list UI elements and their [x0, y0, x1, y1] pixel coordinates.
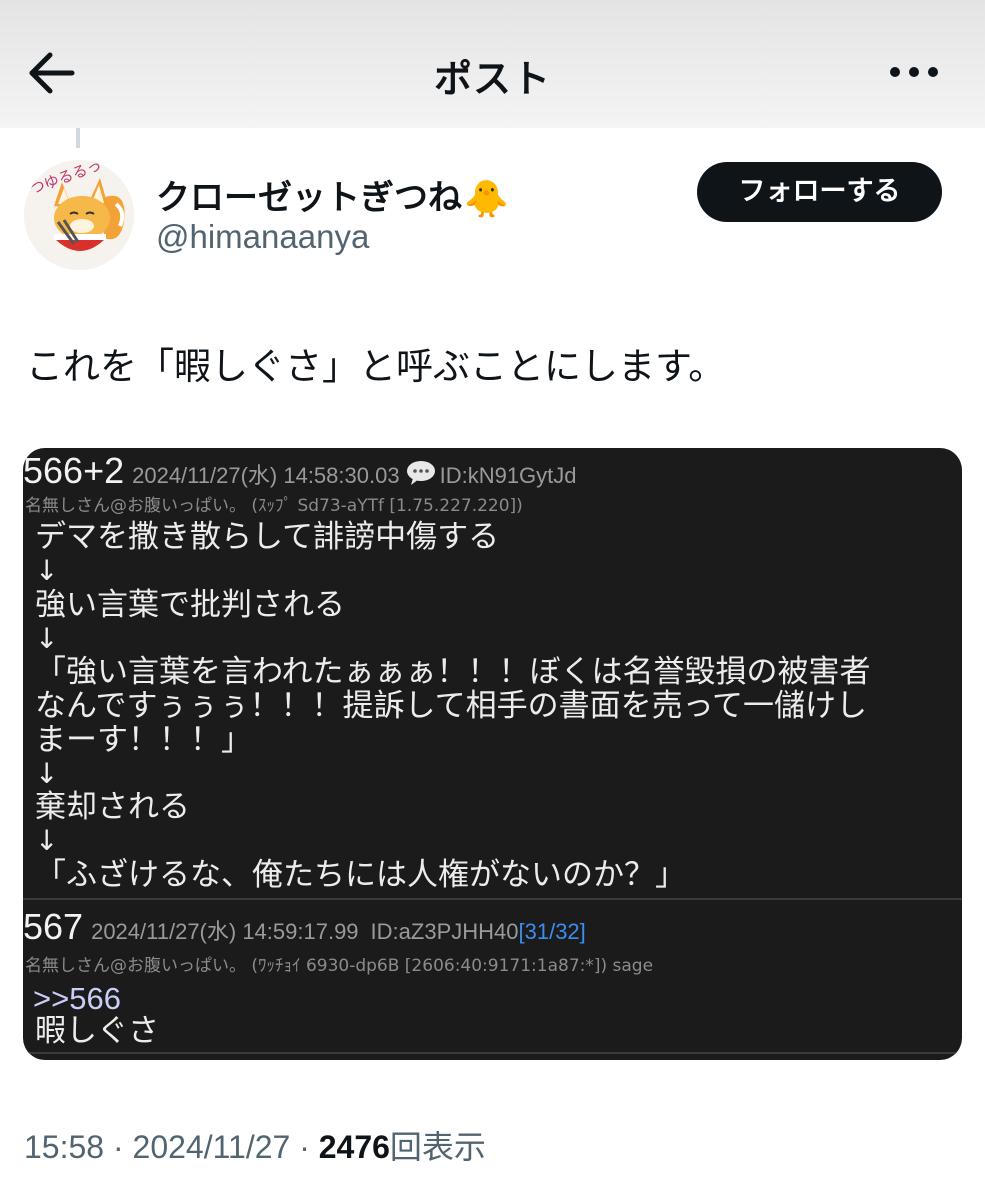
post-bottom-line [23, 1052, 962, 1054]
meta-separator: · [112, 1129, 124, 1165]
speech-bubble-icon [406, 460, 436, 490]
author-name-text: クローゼットぎつね [156, 178, 462, 218]
views-label: 回表示 [389, 1129, 486, 1165]
thread-connector-line [76, 128, 80, 148]
forum-post-567: 567 2024/11/27(水) 14:59:17.99 ID:aZ3PJHH40… [23, 900, 962, 1060]
post-arrow-line: ↓ [35, 824, 59, 857]
post-author-line: 名無しさん@お腹いっぱい。 (ﾜｯﾁｮｲ 6930-dp6B [2606:40:… [25, 956, 654, 976]
follow-button[interactable]: フォローする [697, 162, 942, 222]
author-handle[interactable]: @himanaanya [156, 218, 369, 256]
post-line: なんですぅぅぅ！！！提訴して相手の書面を売って一儲けし [35, 688, 868, 724]
post-count-link: [31/32] [518, 919, 586, 944]
fox-avatar-image: つゆるるっ [24, 160, 134, 270]
post-line: まーす！！！」 [35, 722, 252, 758]
post-line: 強い言葉で批判される [35, 587, 345, 623]
post-line: デマを撒き散らして誹謗中傷する [35, 519, 500, 555]
tweet-meta-footer: 15:58 · 2024/11/27 · 2476回表示 [24, 1122, 486, 1168]
chick-emoji-icon: 🐥 [464, 179, 509, 220]
post-arrow-line: ↓ [35, 554, 59, 587]
post-line: 暇しぐさ [35, 1013, 159, 1049]
post-line: 「ふざけるな、俺たちには人権がないのか？」 [35, 857, 686, 893]
post-arrow-line: ↓ [35, 757, 59, 790]
more-options-button[interactable] [888, 60, 940, 84]
forum-post-566: 566+2 2024/11/27(水) 14:58:30.03 ID:kN91Gyt… [23, 448, 962, 896]
top-bar: ポスト [0, 0, 985, 128]
views-count: 2476 [318, 1129, 390, 1165]
tweet-date[interactable]: 2024/11/27 [133, 1129, 291, 1165]
post-line: 棄却される [35, 789, 190, 825]
avatar[interactable]: つゆるるっ [24, 160, 134, 270]
attached-image[interactable]: 566+2 2024/11/27(水) 14:58:30.03 ID:kN91Gyt… [23, 448, 962, 1060]
page-title: ポスト [433, 57, 551, 101]
post-header: 567 2024/11/27(水) 14:59:17.99 ID:aZ3PJHH40… [23, 906, 586, 948]
tweet-text: これを「暇しぐさ」と呼ぶことにします。 [26, 345, 726, 388]
post-timestamp: 2024/11/27(水) 14:59:17.99 [91, 919, 359, 944]
anchor-text: >>566 [33, 981, 121, 1016]
reply-anchor-link: >>566 [33, 982, 121, 1016]
post-author-line: 名無しさん@お腹いっぱい。 (ｽｯﾌﾟ Sd73-aYTf [1.75.227.… [25, 496, 523, 516]
tweet-time[interactable]: 15:58 [24, 1129, 104, 1165]
post-line: 「強い言葉を言われたぁぁぁ！！！ぼくは名誉毀損の被害者 [35, 654, 871, 690]
meta-separator: · [299, 1129, 310, 1165]
post-arrow-line: ↓ [35, 622, 59, 655]
post-header: 566+2 2024/11/27(水) 14:58:30.03 ID:kN91Gyt… [23, 450, 577, 492]
post-id: ID:kN91GytJd [439, 463, 577, 488]
author-display-name[interactable]: クローゼットぎつね🐥 [156, 170, 509, 220]
post-number: 566+2 [23, 450, 125, 491]
post-timestamp: 2024/11/27(水) 14:58:30.03 [132, 463, 400, 488]
more-dots-icon [890, 67, 938, 77]
post-id: ID:aZ3PJHH40 [370, 919, 519, 944]
post-number: 567 [23, 906, 84, 947]
